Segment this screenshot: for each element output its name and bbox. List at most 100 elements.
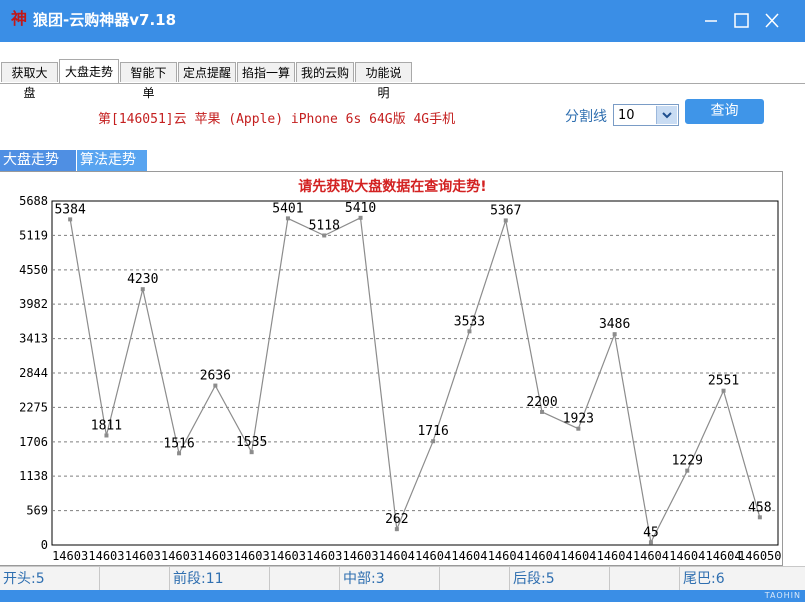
query-button[interactable]: 查询 xyxy=(685,99,764,124)
y-tick-label: 5119 xyxy=(19,228,48,242)
data-point xyxy=(576,426,581,431)
y-tick-label: 3982 xyxy=(19,297,48,311)
data-point xyxy=(431,439,436,444)
data-label: 1229 xyxy=(672,454,703,469)
tab-get-market[interactable]: 获取大盘 xyxy=(1,62,58,100)
y-tick-label: 0 xyxy=(41,538,48,552)
data-label: 2200 xyxy=(526,395,557,410)
x-tick-label: 14603 xyxy=(88,549,124,563)
x-tick-label: 14603 xyxy=(197,549,233,563)
y-tick-label: 2275 xyxy=(19,400,48,414)
tab-divider xyxy=(0,83,805,84)
product-title: 第[146051]云 苹果 (Apple) iPhone 6s 64G版 4G手… xyxy=(98,112,456,127)
data-label: 1535 xyxy=(236,435,267,450)
x-tick-label: 14604 xyxy=(669,549,705,563)
bottom-strip xyxy=(0,590,805,602)
y-tick-label: 569 xyxy=(26,504,48,518)
x-tick-label: 14604 xyxy=(633,549,669,563)
x-tick-label: 14603 xyxy=(125,549,161,563)
status-spacer xyxy=(440,567,510,591)
data-label: 45 xyxy=(643,525,659,540)
data-point xyxy=(612,332,617,337)
divider-select[interactable]: 10 xyxy=(613,104,679,126)
watermark: TAOHIN xyxy=(764,591,801,600)
data-point xyxy=(757,515,762,520)
trend-line-chart: 0 569 1138 1706 2275 2844 3413 3982 4550 5119 5688… xyxy=(19,194,781,563)
tab-smart-order[interactable]: 智能下单 xyxy=(120,62,177,100)
subtab-algorithm-trend[interactable]: 算法走势 xyxy=(77,150,147,171)
y-tick-label: 1706 xyxy=(19,435,48,449)
data-point xyxy=(104,433,109,438)
data-label: 5367 xyxy=(490,203,521,218)
y-tick-label: 3413 xyxy=(19,332,48,346)
data-point xyxy=(721,388,726,393)
x-tick-label: 14604 xyxy=(415,549,451,563)
data-point xyxy=(467,329,472,334)
data-point xyxy=(322,233,327,238)
data-label: 3533 xyxy=(454,314,485,329)
divider-select-value: 10 xyxy=(618,108,635,123)
data-label: 1516 xyxy=(163,436,194,451)
data-label: 4230 xyxy=(127,272,158,287)
status-bar: 开头:5 前段:11 中部:3 后段:5 尾巴:6 xyxy=(0,566,805,591)
y-tick-label: 1138 xyxy=(19,469,48,483)
series-line xyxy=(69,216,761,545)
tab-my-purchases[interactable]: 我的云购 xyxy=(296,62,354,82)
x-tick-label: 14603 xyxy=(161,549,197,563)
data-point xyxy=(213,383,218,388)
x-tick-label: 14603 xyxy=(270,549,306,563)
data-label: 262 xyxy=(385,512,408,527)
data-label: 5410 xyxy=(345,201,376,216)
tab-fixed-reminder[interactable]: 定点提醒 xyxy=(178,62,236,82)
minimize-icon[interactable] xyxy=(696,8,726,34)
tab-market-trend[interactable]: 大盘走势 xyxy=(59,59,119,83)
data-point xyxy=(249,450,254,455)
data-point xyxy=(358,215,363,220)
x-tick-label: 14604 xyxy=(705,549,741,563)
data-label: 2636 xyxy=(200,369,231,384)
data-point xyxy=(503,218,508,223)
x-tick-label: 14604 xyxy=(488,549,524,563)
status-spacer xyxy=(610,567,680,591)
y-tick-label: 2844 xyxy=(19,366,48,380)
data-label: 2551 xyxy=(708,374,739,389)
app-logo-icon: 神 xyxy=(11,9,28,28)
tab-calculate[interactable]: 掐指一算 xyxy=(237,62,295,82)
x-tick-label: 14604 xyxy=(379,549,415,563)
data-label: 1716 xyxy=(417,424,448,439)
x-tick-label: 14603 xyxy=(306,549,342,563)
status-front: 前段:11 xyxy=(170,567,270,591)
data-point xyxy=(540,409,545,414)
status-middle: 中部:3 xyxy=(340,567,440,591)
data-point xyxy=(685,468,690,473)
x-tick-label: 146050 xyxy=(738,549,781,563)
status-spacer xyxy=(100,567,170,591)
window-title: 狼团-云购神器v7.18 xyxy=(33,11,177,29)
y-tick-label: 4550 xyxy=(19,263,48,277)
status-tail: 尾巴:6 xyxy=(683,571,725,587)
x-tick-label: 14604 xyxy=(451,549,487,563)
data-label: 5401 xyxy=(272,201,303,216)
data-point xyxy=(177,451,182,456)
data-point xyxy=(68,217,73,222)
x-tick-label: 14603 xyxy=(342,549,378,563)
x-tick-label: 14603 xyxy=(234,549,270,563)
divider-label: 分割线 xyxy=(565,109,607,125)
data-label: 5384 xyxy=(54,202,85,217)
data-point xyxy=(394,527,399,532)
x-tick-label: 14604 xyxy=(560,549,596,563)
maximize-icon[interactable] xyxy=(726,8,756,34)
subtab-market-trend[interactable]: 大盘走势 xyxy=(0,150,76,171)
data-label: 5118 xyxy=(309,218,340,233)
tab-help[interactable]: 功能说明 xyxy=(355,62,412,100)
chevron-down-icon[interactable] xyxy=(656,106,677,124)
status-back: 后段:5 xyxy=(510,567,610,591)
x-tick-label: 14604 xyxy=(597,549,633,563)
data-label: 1811 xyxy=(91,418,122,433)
data-point xyxy=(285,216,290,221)
status-spacer xyxy=(270,567,340,591)
data-label: 458 xyxy=(748,500,771,515)
data-label: 3486 xyxy=(599,317,630,332)
close-icon[interactable] xyxy=(757,8,787,34)
status-head: 开头:5 xyxy=(0,567,100,591)
